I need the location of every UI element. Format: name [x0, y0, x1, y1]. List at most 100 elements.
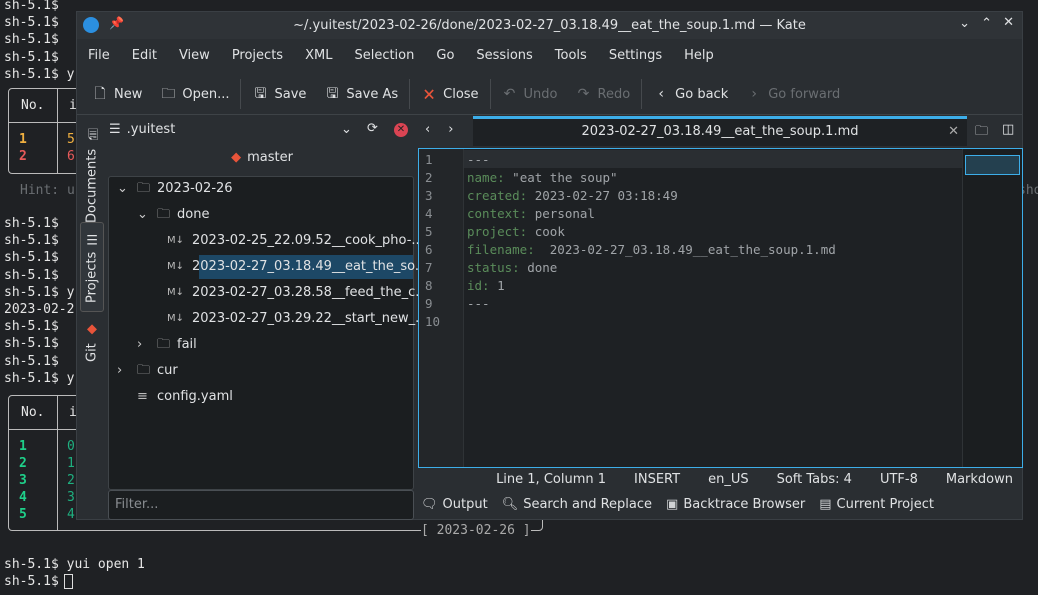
folder-icon[interactable]: 🗀	[975, 122, 988, 144]
folder-icon: 🗀	[157, 207, 171, 222]
tab-projects[interactable]: Projects ☰	[80, 222, 104, 312]
line-number: 1	[425, 152, 433, 167]
chevron-right-icon[interactable]: ›	[117, 359, 122, 383]
projects-panel: ☰ .yuitest ⌄ ⟳ ✕ ◆ master ⌄ 🗀 2023-02-26 ⌄ 🗀 do…	[107, 116, 428, 521]
tree-item[interactable]: M↓ 2023-02-27_03.18.49__eat_the_so...	[167, 255, 427, 279]
close-button[interactable]: 🗙 Close	[412, 78, 487, 110]
menu-tools[interactable]: Tools	[544, 42, 598, 70]
tree-item[interactable]: ≡ config.yaml	[109, 385, 413, 409]
filter-input[interactable]: Filter...	[108, 490, 414, 520]
tab-nav: ‹ ›	[417, 116, 473, 146]
go-back-label: Go back	[675, 86, 729, 102]
menu-settings[interactable]: Settings	[598, 42, 673, 70]
project-tree: ⌄ 🗀 2023-02-26 ⌄ 🗀 done M↓ 2023-02-25_22.09.52_…	[108, 176, 428, 490]
close-project-icon[interactable]: ✕	[394, 123, 408, 137]
indentation[interactable]: Soft Tabs: 4	[777, 469, 852, 491]
go-forward-button[interactable]: › Go forward	[737, 78, 849, 110]
chevron-right-icon[interactable]: ›	[448, 122, 453, 140]
markdown-icon: M↓	[167, 261, 185, 272]
divider	[57, 396, 58, 530]
chevron-down-icon[interactable]: ⌄	[117, 177, 128, 201]
terminal-line: sh-5.1$	[4, 353, 59, 369]
table-footer: [ 2023-02-26 ]	[421, 522, 531, 539]
divider	[641, 79, 643, 109]
tab-git[interactable]: Git ◆	[80, 314, 104, 370]
minimize-icon[interactable]: ⌄	[959, 16, 970, 31]
tree-item[interactable]: M↓ 2023-02-27_03.28.58__feed_the_c...	[109, 281, 428, 305]
tree-item-label: 2023-02-25_22.09.52__cook_pho-...	[192, 233, 424, 248]
tree-item-label: 2023-02-27_03.29.22__start_new_...	[192, 311, 428, 326]
text-file-icon: ≡	[137, 389, 148, 404]
new-button[interactable]: 🗋 New	[83, 78, 151, 110]
chevron-left-icon[interactable]: ‹	[425, 122, 430, 140]
tree-item[interactable]: ⌄ 🗀 2023-02-26	[109, 177, 413, 201]
line-number: 4	[425, 206, 433, 221]
chevron-down-icon[interactable]: ⌄	[341, 122, 352, 137]
table-cell: 2	[19, 149, 27, 164]
tab-documents[interactable]: Documents 🗎	[80, 121, 104, 223]
line-number: 6	[425, 242, 433, 257]
cursor-position[interactable]: Line 1, Column 1	[496, 469, 606, 491]
close-tab-icon[interactable]: ✕	[948, 119, 959, 145]
git-label: Git	[84, 343, 100, 362]
current-project-button[interactable]: ▤ Current Project	[819, 494, 934, 516]
project-selector[interactable]: ☰ .yuitest	[109, 122, 175, 137]
menu-projects[interactable]: Projects	[221, 42, 294, 70]
divider	[240, 79, 242, 109]
cursor[interactable]	[64, 574, 73, 589]
menu-selection[interactable]: Selection	[343, 42, 425, 70]
encoding[interactable]: UTF-8	[880, 469, 918, 491]
terminal-line: sh-5.1$	[4, 216, 59, 231]
redo-button[interactable]: ↷ Redo	[567, 78, 640, 110]
table-cell: 4	[19, 490, 27, 505]
close-window-icon[interactable]: ✕	[1003, 15, 1014, 30]
dictionary[interactable]: en_US	[708, 469, 749, 491]
markdown-icon: M↓	[167, 235, 185, 246]
syntax-mode[interactable]: Markdown	[946, 469, 1013, 491]
reload-icon[interactable]: ⟳	[367, 121, 378, 136]
divider	[489, 79, 491, 109]
split-view-icon[interactable]: ◫	[1002, 122, 1014, 137]
maximize-icon[interactable]: ⌃	[981, 16, 992, 31]
undo-button[interactable]: ↶ Undo	[493, 78, 567, 110]
code-line: created: 2023-02-27 03:18:49	[467, 187, 678, 205]
image-icon: ▣	[666, 497, 679, 512]
terminal-line: sh-5.1$	[4, 233, 59, 249]
save-as-icon: 🖫	[326, 86, 339, 102]
menu-edit[interactable]: Edit	[121, 42, 168, 70]
terminal-line: sh-5.1$ y	[4, 66, 75, 82]
comment-icon: 🗨	[421, 497, 438, 512]
current-line	[464, 150, 1022, 168]
redo-label: Redo	[597, 86, 631, 102]
yaml-value: 2023-02-27 03:18:49	[527, 188, 678, 203]
menu-help[interactable]: Help	[673, 42, 725, 70]
save-as-label: Save As	[346, 86, 399, 102]
table-cell: 1	[67, 456, 75, 471]
tab-document[interactable]: 2023-02-27_03.18.49__eat_the_soup.1.md ✕	[473, 116, 967, 146]
tree-item[interactable]: › 🗀 cur	[109, 359, 413, 383]
minimap[interactable]	[962, 149, 1022, 467]
output-label: Output	[442, 497, 488, 512]
menu-view[interactable]: View	[168, 42, 221, 70]
search-replace-button[interactable]: 🔍︎ Search and Replace	[502, 494, 652, 516]
chevron-right-icon[interactable]: ›	[137, 333, 142, 357]
save-as-button[interactable]: 🖫 Save As	[315, 78, 407, 110]
editor[interactable]: 1 2 3 4 5 6 7 8 9 10 --- name: "eat the soup" creat…	[418, 148, 1023, 468]
save-button[interactable]: 🖫 Save	[243, 78, 315, 110]
input-mode[interactable]: INSERT	[634, 469, 680, 491]
menu-go[interactable]: Go	[425, 42, 465, 70]
tree-item[interactable]: M↓ 2023-02-27_03.29.22__start_new_...	[109, 307, 428, 331]
go-back-button[interactable]: ‹ Go back	[644, 78, 737, 110]
menu-xml[interactable]: XML	[294, 42, 343, 70]
menu-sessions[interactable]: Sessions	[465, 42, 543, 70]
open-button[interactable]: 🗀 Open...	[151, 78, 238, 110]
tree-item[interactable]: M↓ 2023-02-25_22.09.52__cook_pho-...	[109, 229, 424, 253]
menu-file[interactable]: File	[77, 42, 121, 70]
backtrace-button[interactable]: ▣ Backtrace Browser	[666, 494, 805, 516]
chevron-down-icon[interactable]: ⌄	[137, 203, 148, 227]
code-line: ---	[467, 151, 490, 169]
search-icon: 🔍︎	[501, 497, 519, 512]
tree-item[interactable]: ⌄ 🗀 done	[109, 203, 413, 227]
output-button[interactable]: 🗨 Output	[421, 494, 488, 516]
tree-item[interactable]: › 🗀 fail	[109, 333, 413, 357]
